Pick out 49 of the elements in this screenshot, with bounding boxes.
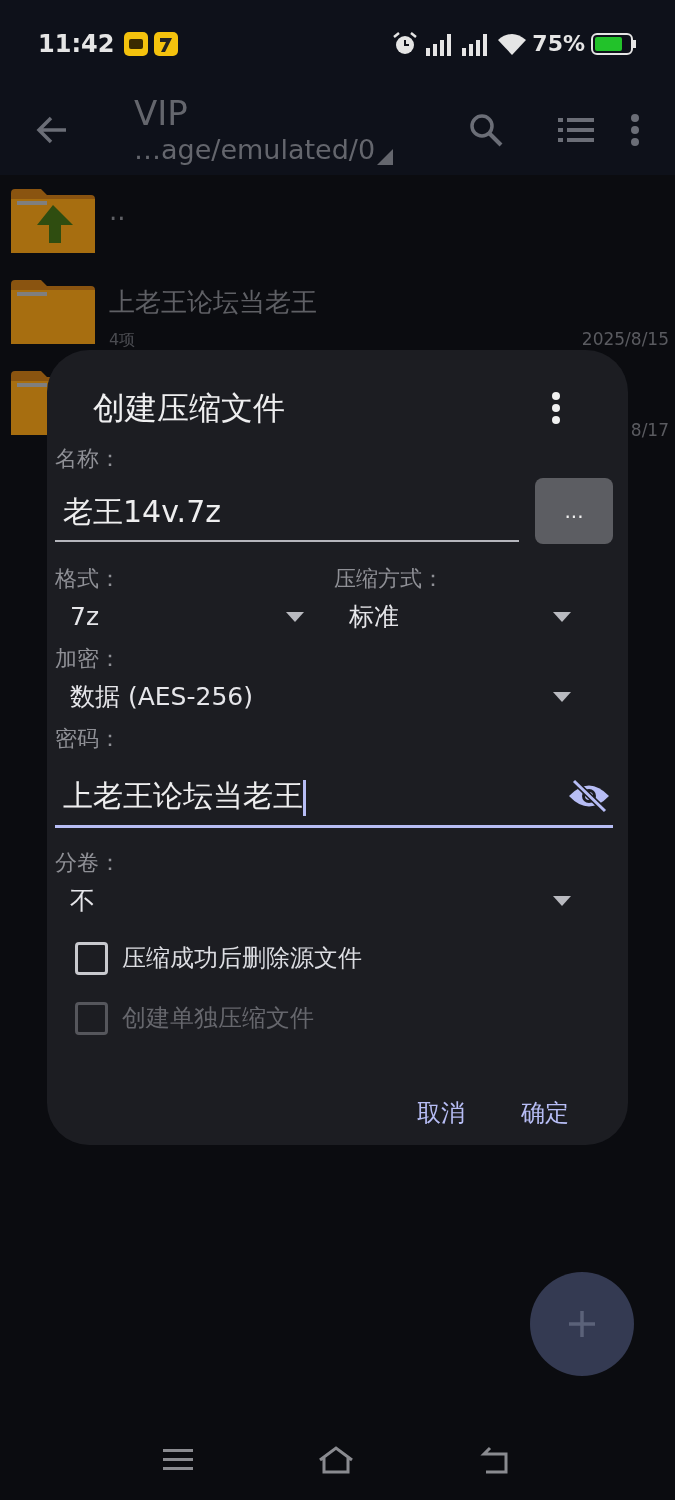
home-button[interactable] [318, 1446, 355, 1474]
file-name: 上老王论坛当老王 [109, 286, 318, 319]
dropdown-arrow-icon [553, 692, 571, 702]
file-name: .. [109, 195, 127, 228]
text-cursor [303, 779, 306, 816]
parent-folder-icon [11, 189, 95, 253]
modified-date: 8/17 [630, 418, 669, 442]
checkbox-row[interactable]: 压缩成功后删除源文件 [55, 928, 613, 988]
list-icon [558, 118, 594, 142]
dropdown[interactable]: 7z [55, 594, 334, 640]
app-notification-icon [124, 31, 149, 56]
app-notification-icon [154, 31, 179, 56]
checkbox-label: 压缩成功后删除源文件 [122, 943, 362, 974]
dialog-button[interactable]: 确定 [505, 1088, 585, 1138]
more-vertical-icon [551, 392, 561, 424]
dialog-title: 创建压缩文件 [93, 388, 285, 429]
home-icon [318, 1446, 355, 1474]
more-vertical-icon [630, 114, 640, 146]
folder-icon [11, 280, 95, 344]
field-label: 分卷： [55, 849, 122, 877]
search-icon [469, 113, 503, 147]
dropdown[interactable]: 标准 [334, 594, 613, 640]
dropdown[interactable]: 不 [55, 878, 613, 924]
plus-icon [567, 1309, 597, 1339]
alarm-icon [392, 30, 419, 57]
name-input[interactable]: 老王14v.7z [55, 480, 519, 542]
field-label: 密码： [55, 725, 122, 753]
battery-percentage: 75% [532, 30, 585, 58]
dropdown-arrow-icon [553, 896, 571, 906]
status-time: 11:42 [38, 28, 115, 60]
dropdown-arrow-icon [286, 612, 304, 622]
field-label: 压缩方式： [334, 565, 445, 593]
battery-icon [591, 32, 637, 55]
back-arrow-icon [36, 116, 68, 144]
dropdown-arrow-icon [553, 612, 571, 622]
field-label: 名称： [55, 445, 122, 473]
app-title: VIP [134, 93, 189, 133]
field-label: 格式： [55, 565, 122, 593]
dropdown-corner-icon [377, 149, 394, 165]
browse-button[interactable]: ... [535, 478, 613, 544]
field-label: 加密： [55, 645, 122, 673]
checkbox-label: 创建单独压缩文件 [122, 1003, 314, 1034]
dialog-button[interactable]: 取消 [401, 1088, 481, 1138]
menu-button[interactable] [162, 1448, 193, 1472]
menu-icon [162, 1448, 193, 1472]
wifi-icon [498, 32, 527, 55]
dropdown[interactable]: 数据 (AES-256) [55, 674, 613, 720]
modified-date: 2025/8/15 [581, 327, 669, 351]
item-count: 4项 [109, 329, 136, 351]
